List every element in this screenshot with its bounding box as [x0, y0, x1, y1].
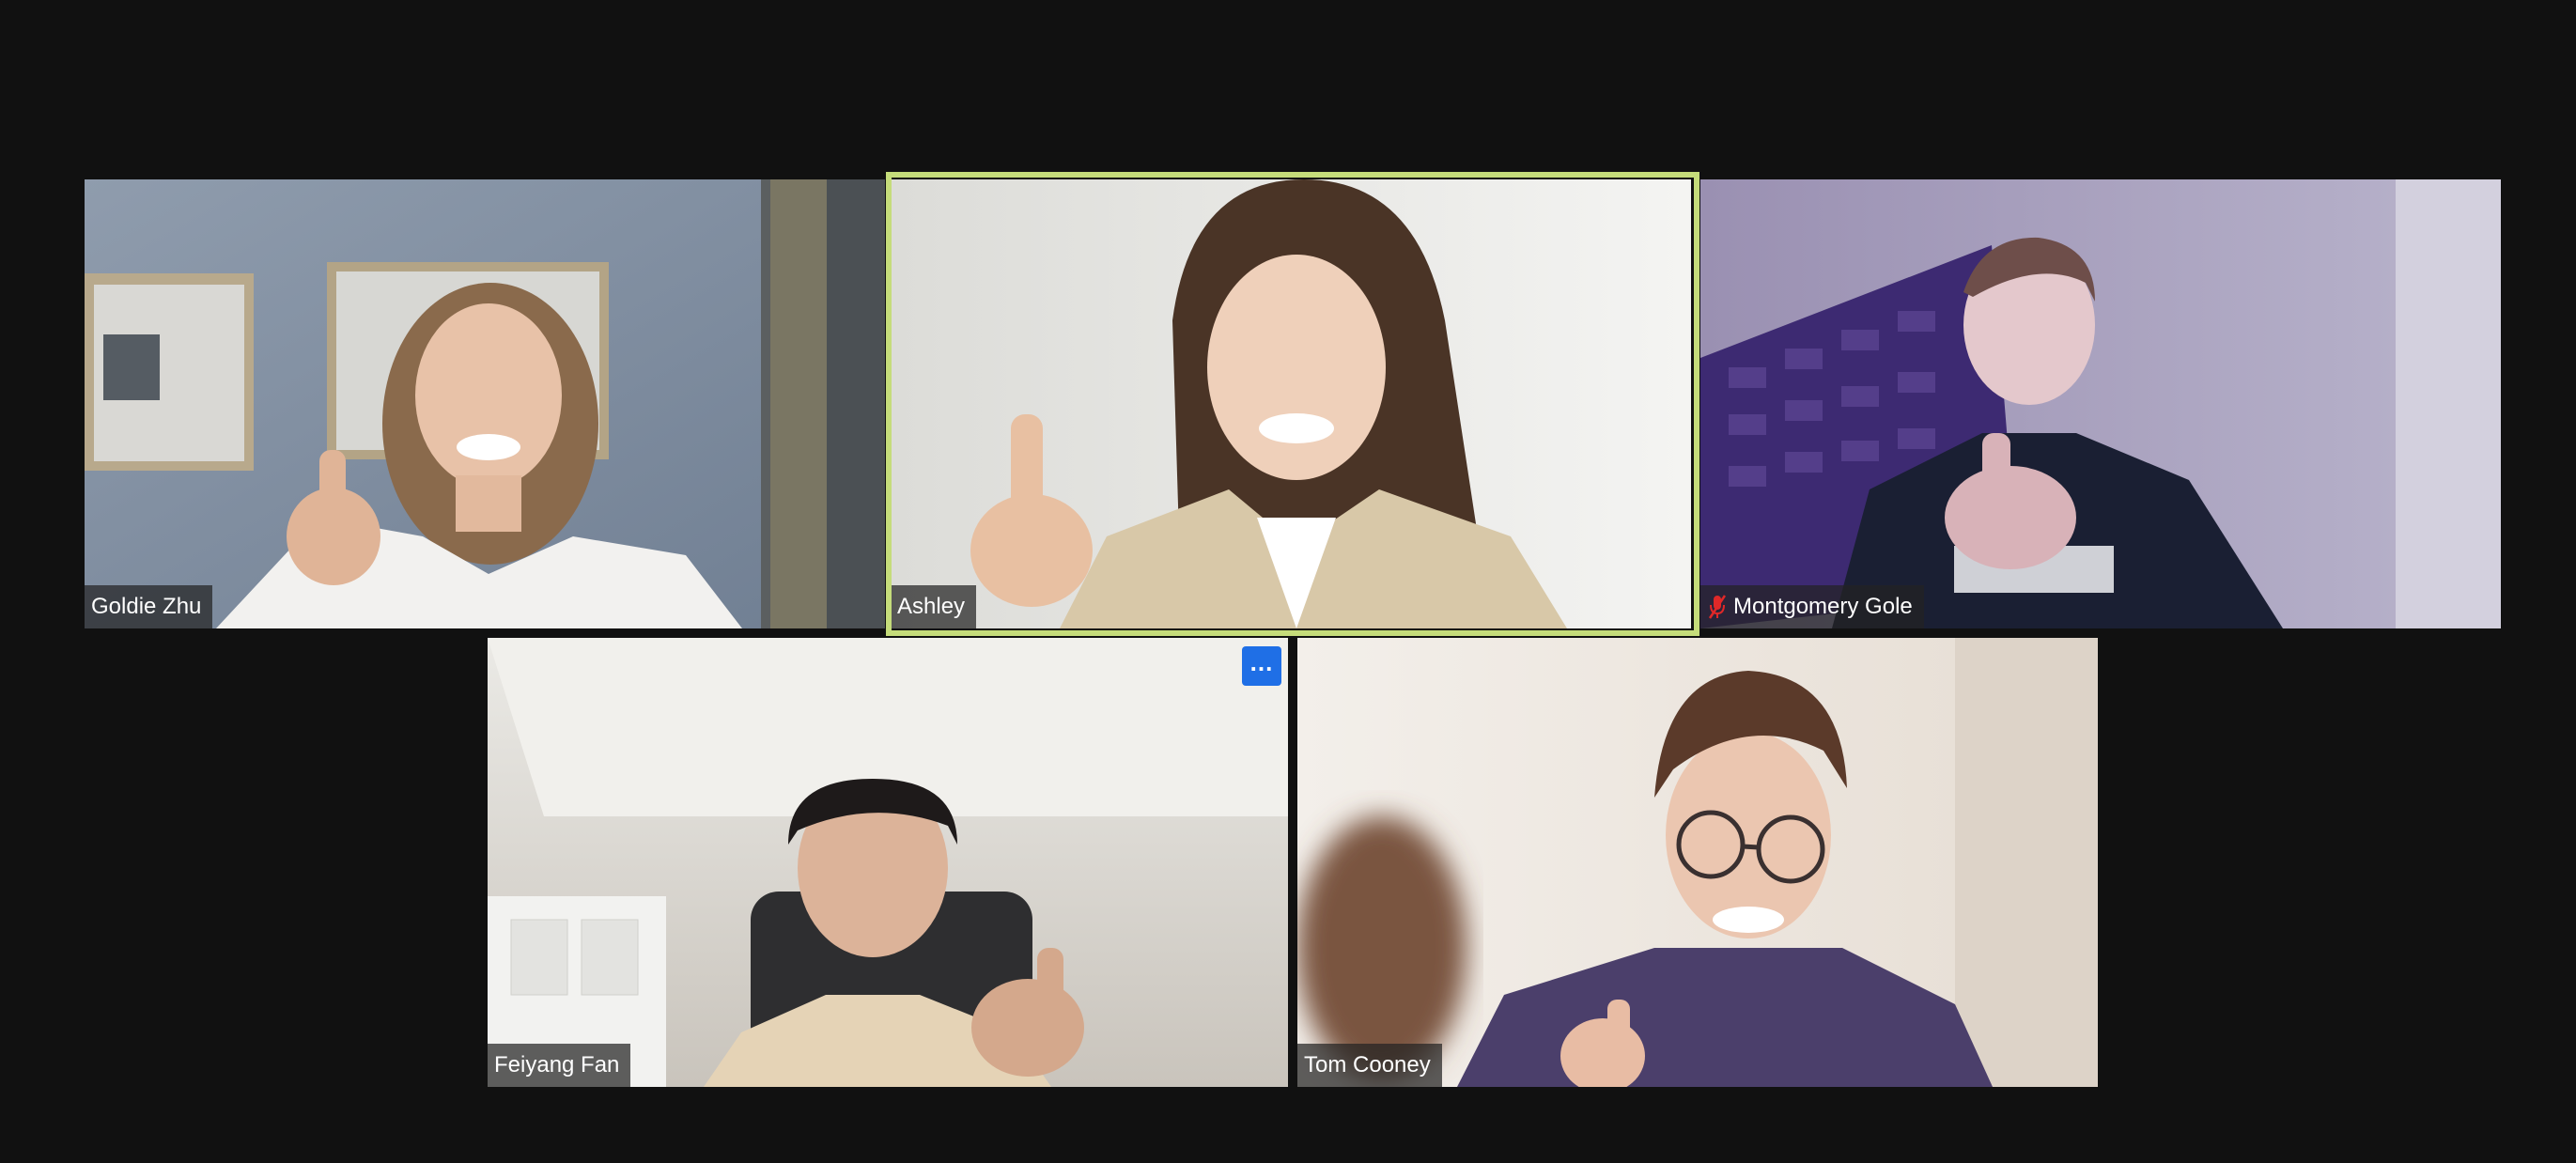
video-feed	[891, 179, 1691, 628]
participant-name: Goldie Zhu	[91, 594, 202, 619]
participant-name-tag: Montgomery Gole	[1700, 585, 1924, 628]
participant-name-tag: Goldie Zhu	[85, 585, 213, 628]
video-tile-feiyang-fan[interactable]: Feiyang Fan	[488, 638, 1288, 1087]
participant-name-tag: Feiyang Fan	[488, 1044, 631, 1087]
participant-name-tag: Tom Cooney	[1297, 1044, 1442, 1087]
video-feed	[1700, 179, 2501, 628]
mic-muted-icon	[1708, 595, 1727, 619]
video-feed	[1297, 638, 2098, 1087]
gallery-view: Goldie Zhu Ashley Montgomery Gole Feiyan…	[0, 0, 2576, 1163]
more-options-button[interactable]: ...	[1242, 646, 1281, 686]
video-tile-tom-cooney[interactable]: Tom Cooney	[1297, 638, 2098, 1087]
participant-name: Montgomery Gole	[1733, 594, 1913, 619]
participant-name: Ashley	[897, 594, 966, 619]
more-options-icon: ...	[1249, 648, 1274, 676]
video-feed	[85, 179, 885, 628]
video-feed	[488, 638, 1288, 1087]
participant-name-tag: Ashley	[891, 585, 977, 628]
video-tile-goldie-zhu[interactable]: Goldie Zhu	[85, 179, 885, 628]
video-tile-ashley[interactable]: Ashley	[891, 179, 1691, 628]
participant-name: Tom Cooney	[1304, 1052, 1431, 1078]
video-tile-montgomery-gole[interactable]: Montgomery Gole	[1700, 179, 2501, 628]
participant-name: Feiyang Fan	[494, 1052, 620, 1078]
